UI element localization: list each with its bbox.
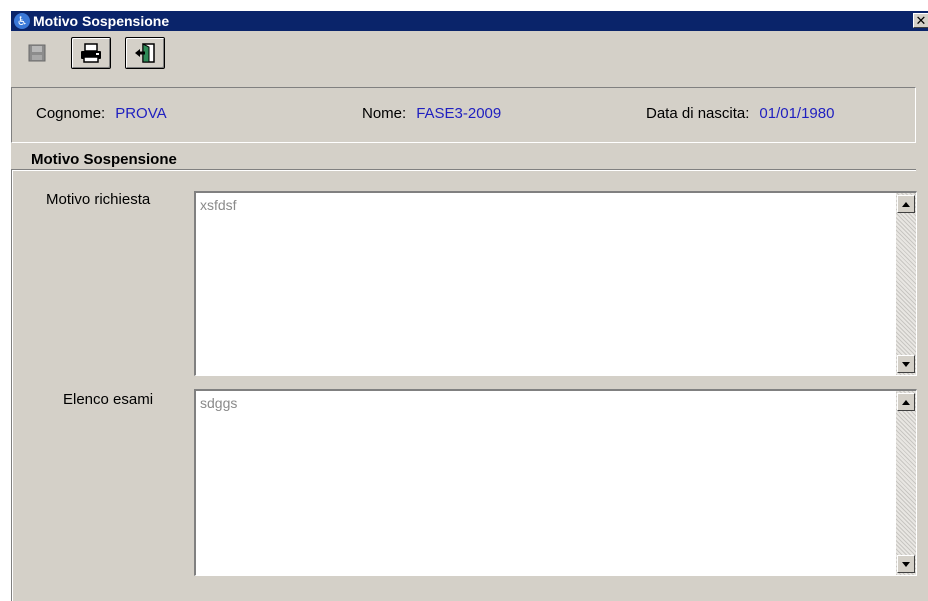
elenco-esami-value: sdggs bbox=[200, 395, 238, 411]
nascita-value: 01/01/1980 bbox=[759, 105, 835, 122]
motivo-richiesta-value: xsfdsf bbox=[200, 197, 237, 213]
arrow-down-icon bbox=[902, 361, 910, 367]
close-button[interactable]: ✕ bbox=[913, 13, 928, 28]
print-button[interactable] bbox=[71, 37, 111, 69]
patient-info-panel: Cognome: PROVA Nome: FASE3-2009 Data di na… bbox=[11, 87, 916, 143]
elenco-esami-textarea[interactable]: sdggs bbox=[194, 389, 917, 576]
motivo-scroll-down-button[interactable] bbox=[897, 355, 915, 373]
esami-scroll-up-button[interactable] bbox=[897, 393, 915, 411]
dialog-window: ♿ Motivo Sospensione ✕ Cognome: PROVA No… bbox=[10, 10, 928, 601]
group-title: Motivo Sospensione bbox=[23, 151, 181, 169]
exit-icon bbox=[135, 43, 155, 63]
close-icon: ✕ bbox=[915, 13, 927, 28]
motivo-scroll-up-button[interactable] bbox=[897, 195, 915, 213]
print-icon bbox=[81, 43, 101, 63]
motivo-richiesta-textarea[interactable]: xsfdsf bbox=[194, 191, 917, 376]
arrow-down-icon bbox=[902, 561, 910, 567]
save-icon bbox=[28, 44, 46, 62]
arrow-up-icon bbox=[902, 399, 910, 405]
nome-label: Nome: bbox=[362, 105, 407, 122]
toolbar bbox=[11, 33, 928, 73]
nascita-field: Data di nascita: 01/01/1980 bbox=[646, 105, 834, 122]
nascita-label: Data di nascita: bbox=[646, 105, 750, 122]
esami-scroll-down-button[interactable] bbox=[897, 555, 915, 573]
cognome-value: PROVA bbox=[115, 105, 167, 122]
arrow-up-icon bbox=[902, 201, 910, 207]
app-icon: ♿ bbox=[14, 13, 30, 29]
nome-field: Nome: FASE3-2009 bbox=[362, 105, 501, 122]
motivo-richiesta-label: Motivo richiesta bbox=[46, 191, 151, 208]
exit-button[interactable] bbox=[125, 37, 165, 69]
esami-scrollbar[interactable] bbox=[896, 391, 916, 575]
cognome-field: Cognome: PROVA bbox=[36, 105, 167, 122]
cognome-label: Cognome: bbox=[36, 105, 106, 122]
nome-value: FASE3-2009 bbox=[416, 105, 502, 122]
elenco-esami-label: Elenco esami bbox=[63, 391, 154, 408]
save-button[interactable] bbox=[17, 37, 57, 69]
window-title: Motivo Sospensione bbox=[33, 13, 170, 29]
motivo-scrollbar[interactable] bbox=[896, 193, 916, 375]
title-bar[interactable]: ♿ Motivo Sospensione ✕ bbox=[11, 11, 928, 31]
